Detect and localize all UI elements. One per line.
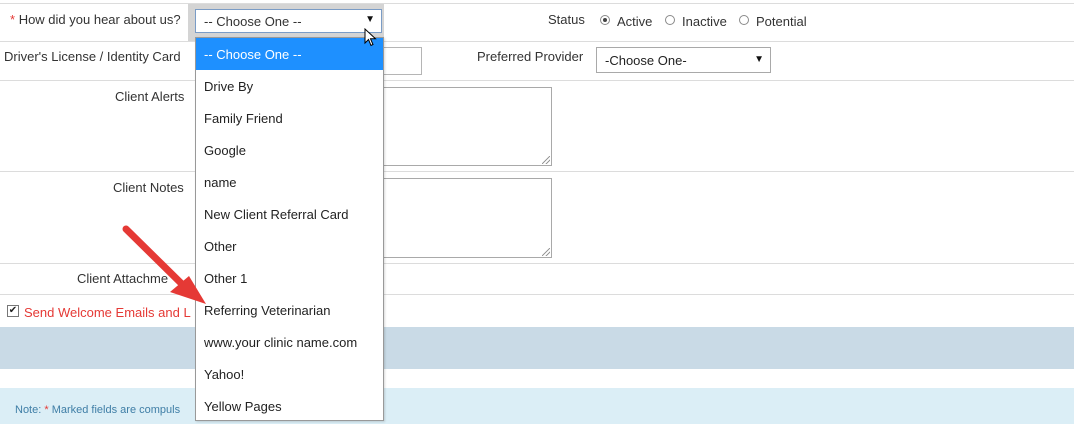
dropdown-option-website[interactable]: www.your clinic name.com [196,326,383,358]
status-option-potential: Potential [756,14,807,29]
resize-grip-icon[interactable] [542,248,550,256]
note-prefix: Note: [15,404,45,416]
status-radio-inactive[interactable] [665,15,675,25]
status-option-active: Active [617,14,653,29]
row-divider [0,41,1074,42]
preferred-provider-label: Preferred Provider [477,49,584,64]
action-bar [0,327,1074,369]
preferred-provider-select[interactable]: -Choose One- ▼ [596,47,771,73]
dropdown-option-other-1[interactable]: Other 1 [196,262,383,294]
how-heard-label-text: How did you hear about us? [18,12,181,27]
chevron-down-icon: ▼ [365,14,375,25]
dropdown-option-name[interactable]: name [196,166,383,198]
client-alerts-label: Client Alerts [115,89,185,104]
client-notes-textarea[interactable] [380,178,552,258]
row-divider [0,80,1074,81]
preferred-provider-selected-value: -Choose One- [605,53,687,68]
how-heard-label: * How did you hear about us? [10,12,181,27]
client-alerts-textarea[interactable] [380,87,552,166]
chevron-down-icon: ▼ [754,54,764,65]
note-text: Marked fields are compuls [48,404,181,416]
required-marker: * [10,12,16,27]
dropdown-option-drive-by[interactable]: Drive By [196,70,383,102]
dropdown-option-other[interactable]: Other [196,230,383,262]
license-label: Driver's License / Identity Card [4,49,181,64]
how-heard-select[interactable]: -- Choose One -- ▼ [195,9,382,33]
required-fields-note: Note: * Marked fields are compuls [15,404,180,416]
mouse-cursor-icon [364,28,377,47]
client-attachments-label: Client Attachme [77,271,169,286]
how-heard-selected-value: -- Choose One -- [204,14,302,29]
dropdown-option-choose-one[interactable]: -- Choose One -- [196,38,383,70]
dropdown-option-family-friend[interactable]: Family Friend [196,102,383,134]
dropdown-option-yellow-pages[interactable]: Yellow Pages [196,390,383,422]
row-divider [0,294,1074,295]
status-label: Status [548,12,585,27]
welcome-email-checkbox[interactable]: ✔ [7,305,19,317]
status-radio-potential[interactable] [739,15,749,25]
resize-grip-icon[interactable] [542,156,550,164]
dropdown-option-new-client-referral-card[interactable]: New Client Referral Card [196,198,383,230]
row-divider [0,171,1074,172]
client-notes-label: Client Notes [113,180,184,195]
dropdown-option-yahoo[interactable]: Yahoo! [196,358,383,390]
license-input[interactable] [380,47,422,75]
row-divider [0,263,1074,264]
how-heard-dropdown-list[interactable]: -- Choose One -- Drive By Family Friend … [195,37,384,421]
dropdown-option-google[interactable]: Google [196,134,383,166]
status-radio-active[interactable] [600,15,610,25]
status-option-inactive: Inactive [682,14,727,29]
dropdown-option-referring-veterinarian[interactable]: Referring Veterinarian [196,294,383,326]
row-divider [0,3,1074,4]
welcome-email-label: Send Welcome Emails and L [24,305,191,320]
